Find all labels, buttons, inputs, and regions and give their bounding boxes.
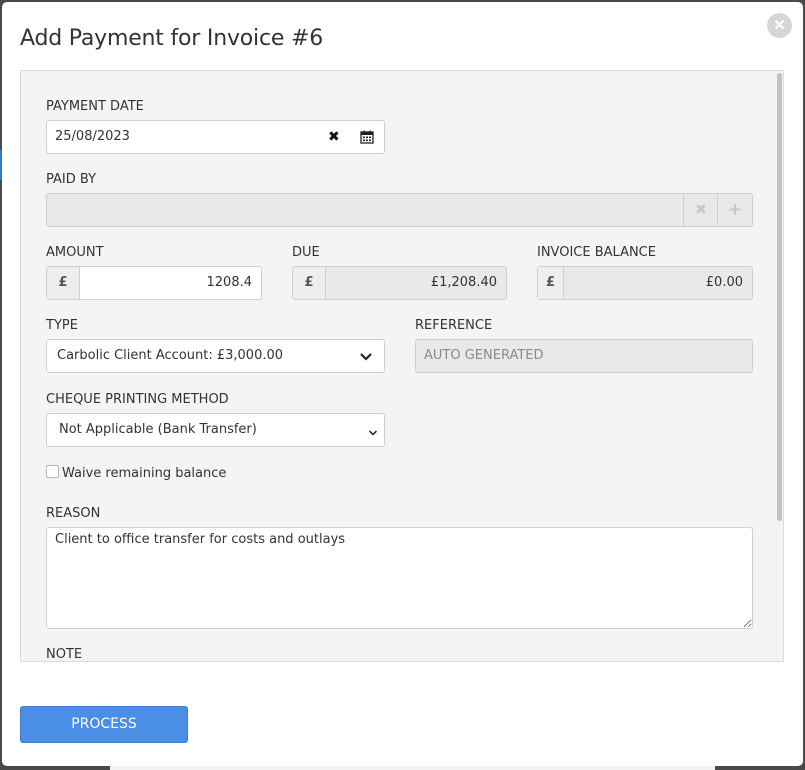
cheque-printing-method-label: CHEQUE PRINTING METHOD (46, 392, 229, 407)
amount-value: 1208.4 (206, 275, 253, 290)
amount-field[interactable]: £ 1208.4 (46, 266, 262, 300)
form-scroll-area[interactable]: PAYMENT DATE 25/08/2023 ✖ PAID BY ✖ + AM… (20, 70, 784, 662)
note-label: NOTE (46, 647, 83, 662)
payment-date-value: 25/08/2023 (55, 129, 130, 144)
due-currency-addon: £ (293, 267, 326, 299)
type-select[interactable]: Carbolic Client Account: £3,000.00 (46, 339, 385, 373)
invoice-balance-value: £0.00 (705, 275, 743, 290)
clear-paid-by-icon[interactable]: ✖ (683, 194, 718, 226)
paid-by-label: PAID BY (46, 172, 97, 187)
waive-remaining-balance-label[interactable]: Waive remaining balance (62, 466, 226, 481)
waive-remaining-balance-checkbox[interactable] (46, 465, 59, 478)
reference-field: AUTO GENERATED (415, 339, 753, 373)
amount-label: AMOUNT (46, 245, 104, 260)
calendar-icon[interactable] (360, 130, 374, 148)
modal-title: Add Payment for Invoice #6 (20, 26, 324, 51)
due-field: £ £1,208.40 (292, 266, 507, 300)
invoice-balance-field: £ £0.00 (537, 266, 753, 300)
reason-textarea[interactable]: Client to office transfer for costs and … (46, 527, 753, 629)
type-label: TYPE (46, 318, 78, 333)
due-label: DUE (292, 245, 320, 260)
add-paid-by-icon[interactable]: + (717, 194, 752, 226)
due-value: £1,208.40 (430, 275, 497, 290)
reference-placeholder: AUTO GENERATED (424, 348, 544, 363)
invoice-balance-label: INVOICE BALANCE (537, 245, 656, 260)
invoice-balance-currency-addon: £ (538, 267, 564, 299)
amount-currency-addon: £ (47, 267, 80, 299)
payment-date-field[interactable]: 25/08/2023 ✖ (46, 120, 385, 154)
chevron-down-icon[interactable] (359, 351, 373, 366)
paid-by-field[interactable]: ✖ + (46, 193, 753, 227)
chevron-down-icon[interactable] (368, 426, 378, 441)
clear-date-icon[interactable]: ✖ (328, 129, 340, 145)
add-payment-modal: Add Payment for Invoice #6 ✕ PAYMENT DAT… (2, 2, 803, 766)
reason-label: REASON (46, 506, 101, 521)
cheque-printing-method-select[interactable]: Not Applicable (Bank Transfer) (46, 413, 385, 447)
process-button[interactable]: PROCESS (20, 706, 188, 743)
reference-label: REFERENCE (415, 318, 493, 333)
cheque-printing-method-value: Not Applicable (Bank Transfer) (59, 422, 257, 437)
close-icon[interactable]: ✕ (767, 13, 792, 38)
scrollbar-thumb[interactable] (777, 73, 782, 521)
payment-date-label: PAYMENT DATE (46, 99, 144, 114)
type-value: Carbolic Client Account: £3,000.00 (57, 348, 284, 363)
